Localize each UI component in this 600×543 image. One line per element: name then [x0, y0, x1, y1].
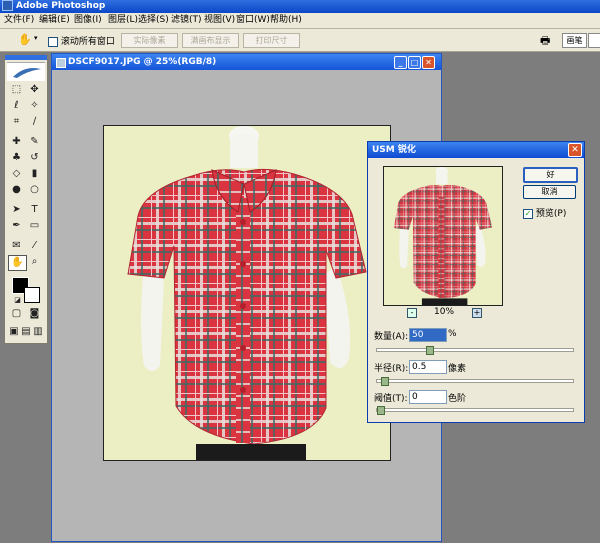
zoom-level: 10%: [434, 307, 455, 317]
menu-view[interactable]: 视图(V): [204, 14, 235, 27]
lasso-tool-icon[interactable]: ℓ: [8, 99, 25, 113]
checkmark-icon[interactable]: ✓: [523, 208, 533, 219]
app-title: Adobe Photoshop: [16, 1, 106, 11]
scroll-all-label: 滚动所有窗口: [60, 37, 115, 47]
standard-mode-icon[interactable]: ▢: [8, 307, 25, 321]
actual-pixels-button[interactable]: 实际像素: [121, 33, 178, 48]
options-bar: ✋ ▾ 滚动所有窗口 实际像素 满画布显示 打印尺寸 🖶 画笔: [0, 29, 600, 52]
amount-input[interactable]: 50: [409, 328, 447, 342]
usm-sharpen-dialog: USM 锐化 ✕ - 10% + 好 取消 ✓ 预览(P) 数量(A): 50 …: [367, 141, 585, 423]
jump-to-imageready-icon[interactable]: ▥: [32, 325, 44, 339]
quick-mask-icon[interactable]: ◙: [26, 307, 43, 321]
clone-stamp-icon[interactable]: ♣: [8, 151, 25, 165]
amount-slider[interactable]: [376, 346, 574, 355]
radius-unit: 像素: [448, 364, 467, 374]
amount-unit: %: [448, 329, 457, 339]
amount-slider-thumb[interactable]: [426, 346, 434, 355]
document-title: DSCF9017.JPG @ 25%(RGB/8): [68, 57, 217, 67]
feather-icon: [13, 68, 41, 78]
photoshop-icon: [2, 0, 13, 11]
palette-well-tab-2[interactable]: [588, 33, 600, 48]
brush-tool-icon[interactable]: ✎: [26, 135, 43, 149]
screen-mode-full-menu-icon[interactable]: ▤: [20, 325, 32, 339]
cancel-button[interactable]: 取消: [523, 185, 576, 199]
menu-layer[interactable]: 图层(L): [108, 14, 138, 27]
radius-label: 半径(R):: [374, 364, 409, 374]
preview-image: [384, 167, 502, 305]
file-browser-icon[interactable]: 🖶: [540, 32, 550, 51]
radius-slider[interactable]: [376, 377, 574, 386]
default-colors-icon[interactable]: ◪: [9, 293, 26, 307]
dodge-tool-icon[interactable]: ○: [26, 183, 43, 197]
menu-image[interactable]: 图像(I): [74, 14, 102, 27]
notes-tool-icon[interactable]: ✉: [8, 239, 25, 253]
threshold-label: 阈值(T):: [374, 394, 408, 404]
threshold-slider[interactable]: [376, 406, 574, 415]
marquee-tool-icon[interactable]: ⬚: [8, 83, 25, 97]
close-icon[interactable]: ✕: [568, 143, 582, 157]
pen-tool-icon[interactable]: ✒: [8, 219, 25, 233]
chevron-down-icon[interactable]: ▾: [34, 34, 38, 42]
preview-pane[interactable]: [383, 166, 503, 306]
crop-tool-icon[interactable]: ⌗: [8, 115, 25, 129]
print-size-button[interactable]: 打印尺寸: [243, 33, 300, 48]
dialog-title-bar[interactable]: USM 锐化 ✕: [368, 142, 584, 158]
slice-tool-icon[interactable]: ∕: [26, 115, 43, 129]
radius-input[interactable]: 0.5: [409, 360, 447, 374]
move-tool-icon[interactable]: ✥: [26, 83, 43, 97]
toolbox-header: [5, 55, 47, 60]
menu-edit[interactable]: 编辑(E): [39, 14, 70, 27]
minimize-icon[interactable]: _: [394, 56, 407, 69]
preview-label: 预览(P): [535, 209, 567, 219]
threshold-input[interactable]: 0: [409, 390, 447, 404]
hand-icon[interactable]: ✋: [18, 33, 32, 46]
type-tool-icon[interactable]: T: [26, 203, 43, 217]
menu-filter[interactable]: 滤镜(T): [171, 14, 202, 27]
threshold-unit: 色阶: [448, 394, 467, 404]
background-color-swatch[interactable]: [24, 287, 40, 303]
scroll-all-windows-checkbox[interactable]: 滚动所有窗口: [48, 34, 115, 47]
menu-bar: 文件(F) 编辑(E) 图像(I) 图层(L) 选择(S) 滤镜(T) 视图(V…: [0, 13, 600, 29]
hand-tool-icon[interactable]: ✋: [8, 255, 27, 271]
maximize-icon[interactable]: □: [408, 56, 421, 69]
gradient-tool-icon[interactable]: ▮: [26, 167, 43, 181]
close-icon[interactable]: ✕: [422, 56, 435, 69]
toolbox: ⬚ ✥ ℓ ✧ ⌗ ∕ ✚ ✎ ♣ ↺ ◇ ▮ ● ○ ➤ T ✒ ▭ ✉ ⁄ …: [4, 54, 48, 344]
zoom-in-button[interactable]: +: [472, 308, 482, 318]
amount-label: 数量(A):: [374, 332, 409, 342]
toolbox-logo: [7, 62, 45, 81]
document-icon: [56, 58, 66, 68]
history-brush-icon[interactable]: ↺: [26, 151, 43, 165]
menu-select[interactable]: 选择(S): [138, 14, 169, 27]
eyedropper-icon[interactable]: ⁄: [26, 239, 43, 253]
ok-button[interactable]: 好: [523, 167, 578, 183]
dialog-title: USM 锐化: [372, 145, 416, 155]
radius-slider-thumb[interactable]: [381, 377, 389, 386]
app-title-bar: Adobe Photoshop: [0, 0, 600, 13]
healing-brush-icon[interactable]: ✚: [8, 135, 25, 149]
zoom-tool-icon[interactable]: ⌕: [26, 255, 43, 269]
fit-on-screen-button[interactable]: 满画布显示: [182, 33, 239, 48]
menu-help[interactable]: 帮助(H): [270, 14, 302, 27]
zoom-out-button[interactable]: -: [407, 308, 417, 318]
path-select-icon[interactable]: ➤: [8, 203, 25, 217]
document-title-bar[interactable]: DSCF9017.JPG @ 25%(RGB/8) _ □ ✕: [52, 54, 441, 70]
threshold-slider-thumb[interactable]: [377, 406, 385, 415]
magic-wand-icon[interactable]: ✧: [26, 99, 43, 113]
palette-well-tab[interactable]: 画笔: [562, 33, 587, 48]
blur-tool-icon[interactable]: ●: [8, 183, 25, 197]
menu-file[interactable]: 文件(F): [4, 14, 34, 27]
preview-checkbox[interactable]: ✓ 预览(P): [523, 206, 566, 219]
eraser-tool-icon[interactable]: ◇: [8, 167, 25, 181]
menu-window[interactable]: 窗口(W): [236, 14, 270, 27]
canvas-image[interactable]: [103, 125, 391, 461]
shirt-photo: [104, 126, 390, 460]
screen-mode-standard-icon[interactable]: ▣: [8, 325, 20, 339]
checkbox-box[interactable]: [48, 36, 58, 47]
shape-tool-icon[interactable]: ▭: [26, 219, 43, 233]
